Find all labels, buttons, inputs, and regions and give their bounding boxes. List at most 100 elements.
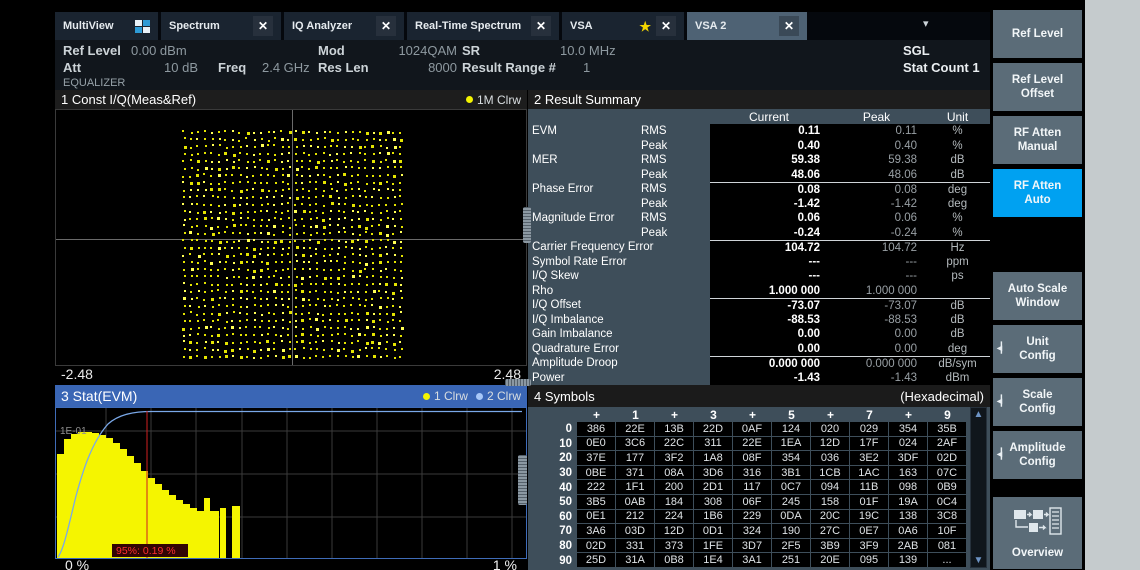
tab-multiview[interactable]: MultiView: [55, 12, 158, 40]
constellation-point: [323, 174, 325, 176]
constellation-point: [324, 326, 326, 328]
stat-window-header[interactable]: 3 Stat(EVM) 1 Clrw 2 Clrw: [55, 385, 527, 407]
constellation-point: [308, 261, 310, 263]
constellation-point: [303, 225, 305, 227]
constellation-point: [387, 297, 389, 299]
constellation-point: [366, 218, 369, 221]
splitter-handle[interactable]: [518, 455, 527, 505]
symbols-scrollbar[interactable]: ▲ ▼: [970, 407, 987, 568]
softkey-rf-atten-auto[interactable]: RF AttenAuto: [993, 169, 1082, 217]
constellation-point: [344, 256, 346, 258]
tab-overflow-chevron-icon[interactable]: ▾: [923, 17, 929, 30]
softkey-rf-atten-manual[interactable]: RF AttenManual: [993, 116, 1082, 164]
constellation-point: [302, 139, 304, 141]
constellation-point: [287, 334, 289, 336]
constellation-point: [267, 254, 269, 256]
softkey-auto-scale-window[interactable]: Auto ScaleWindow: [993, 272, 1082, 320]
tab-close-icon[interactable]: ✕: [779, 16, 799, 36]
tab-vsa-2[interactable]: VSA 2✕: [687, 12, 807, 40]
softkey-unit-config[interactable]: UnitConfig◂▏: [993, 325, 1082, 373]
constellation-point: [219, 212, 221, 214]
constellation-point: [323, 152, 325, 154]
constellation-point: [337, 333, 339, 335]
constellation-point: [203, 173, 205, 175]
constellation-point: [196, 203, 198, 205]
constellation-point: [218, 253, 220, 255]
constellation-point: [247, 161, 249, 163]
scroll-up-icon[interactable]: ▲: [971, 408, 986, 421]
symbols-window-header[interactable]: 4 Symbols (Hexadecimal): [528, 385, 990, 407]
softkey-ref-level-offset[interactable]: Ref LevelOffset: [993, 63, 1082, 111]
constellation-point: [282, 319, 284, 321]
symbol-cell: 0B9: [928, 480, 966, 495]
constellation-point: [350, 328, 352, 330]
tab-real-time-spectrum[interactable]: Real-Time Spectrum✕: [407, 12, 559, 40]
constellation-point: [212, 320, 214, 322]
constellation-point: [301, 166, 303, 168]
constellation-point: [372, 160, 375, 163]
constellation-point: [386, 225, 389, 228]
constellation-point: [364, 268, 366, 270]
tab-close-icon[interactable]: ✕: [656, 16, 676, 36]
constellation-point: [240, 224, 242, 226]
constellation-point: [303, 347, 305, 349]
constellation-point: [400, 166, 402, 168]
constellation-point: [351, 247, 353, 249]
constellation-plot: [55, 109, 527, 366]
symbol-cell: 311: [694, 437, 732, 452]
constellation-point: [301, 203, 303, 205]
symbol-cell: 0BE: [577, 466, 615, 481]
constellation-point: [224, 188, 226, 190]
symbol-cell: 124: [772, 422, 810, 437]
constellation-point: [247, 217, 249, 219]
constellation-point: [245, 224, 247, 226]
constellation-point: [190, 138, 192, 140]
constellation-point: [357, 211, 359, 213]
constellation-point: [246, 197, 248, 199]
constellation-point: [198, 247, 200, 249]
constellation-point: [253, 239, 255, 241]
softkey-scale-config[interactable]: ScaleConfig◂▏: [993, 378, 1082, 426]
constellation-point: [189, 218, 191, 220]
constellation-point: [184, 320, 186, 322]
constellation-point: [281, 261, 283, 263]
constellation-point: [226, 305, 228, 307]
result-window-header[interactable]: 2 Result Summary: [528, 90, 990, 109]
constellation-point: [358, 319, 360, 321]
softkey-ref-level[interactable]: Ref Level: [993, 10, 1082, 58]
constellation-point: [394, 357, 396, 359]
tab-iq-analyzer[interactable]: IQ Analyzer✕: [284, 12, 404, 40]
result-row-label: MER: [528, 154, 641, 166]
constellation-point: [338, 342, 340, 344]
tab-close-icon[interactable]: ✕: [531, 16, 551, 36]
constellation-point: [247, 181, 249, 183]
result-current-value: 0.06: [710, 211, 828, 226]
constellation-point: [240, 334, 242, 336]
constellation-point: [282, 231, 284, 233]
symbol-cell: 3C6: [616, 437, 654, 452]
constellation-point: [309, 357, 311, 359]
const-window-header[interactable]: 1 Const I/Q(Meas&Ref) 1M Clrw: [55, 90, 527, 109]
splitter-handle[interactable]: [523, 207, 531, 243]
setting-label-result-range: Result Range #: [462, 60, 556, 75]
constellation-point: [282, 327, 284, 329]
result-current-value: 0.000 000: [710, 356, 828, 371]
constellation-point: [239, 327, 241, 329]
tab-vsa[interactable]: VSA★✕: [562, 12, 684, 40]
scroll-down-icon[interactable]: ▼: [971, 554, 986, 567]
constellation-point: [337, 299, 339, 301]
splitter-handle[interactable]: [505, 379, 531, 386]
tab-close-icon[interactable]: ✕: [253, 16, 273, 36]
softkey-amplitude-config[interactable]: AmplitudeConfig◂▏: [993, 431, 1082, 479]
constellation-point: [331, 202, 334, 205]
histogram-bar: [57, 454, 64, 558]
constellation-point: [219, 241, 222, 244]
tab-close-icon[interactable]: ✕: [376, 16, 396, 36]
softkey-overview[interactable]: Overview: [993, 497, 1082, 569]
tab-spectrum[interactable]: Spectrum✕: [161, 12, 281, 40]
result-unit-value: dB: [925, 168, 990, 183]
constellation-point: [330, 183, 332, 185]
constellation-point: [373, 355, 376, 358]
constellation-point: [196, 138, 198, 140]
constellation-point: [302, 196, 304, 198]
